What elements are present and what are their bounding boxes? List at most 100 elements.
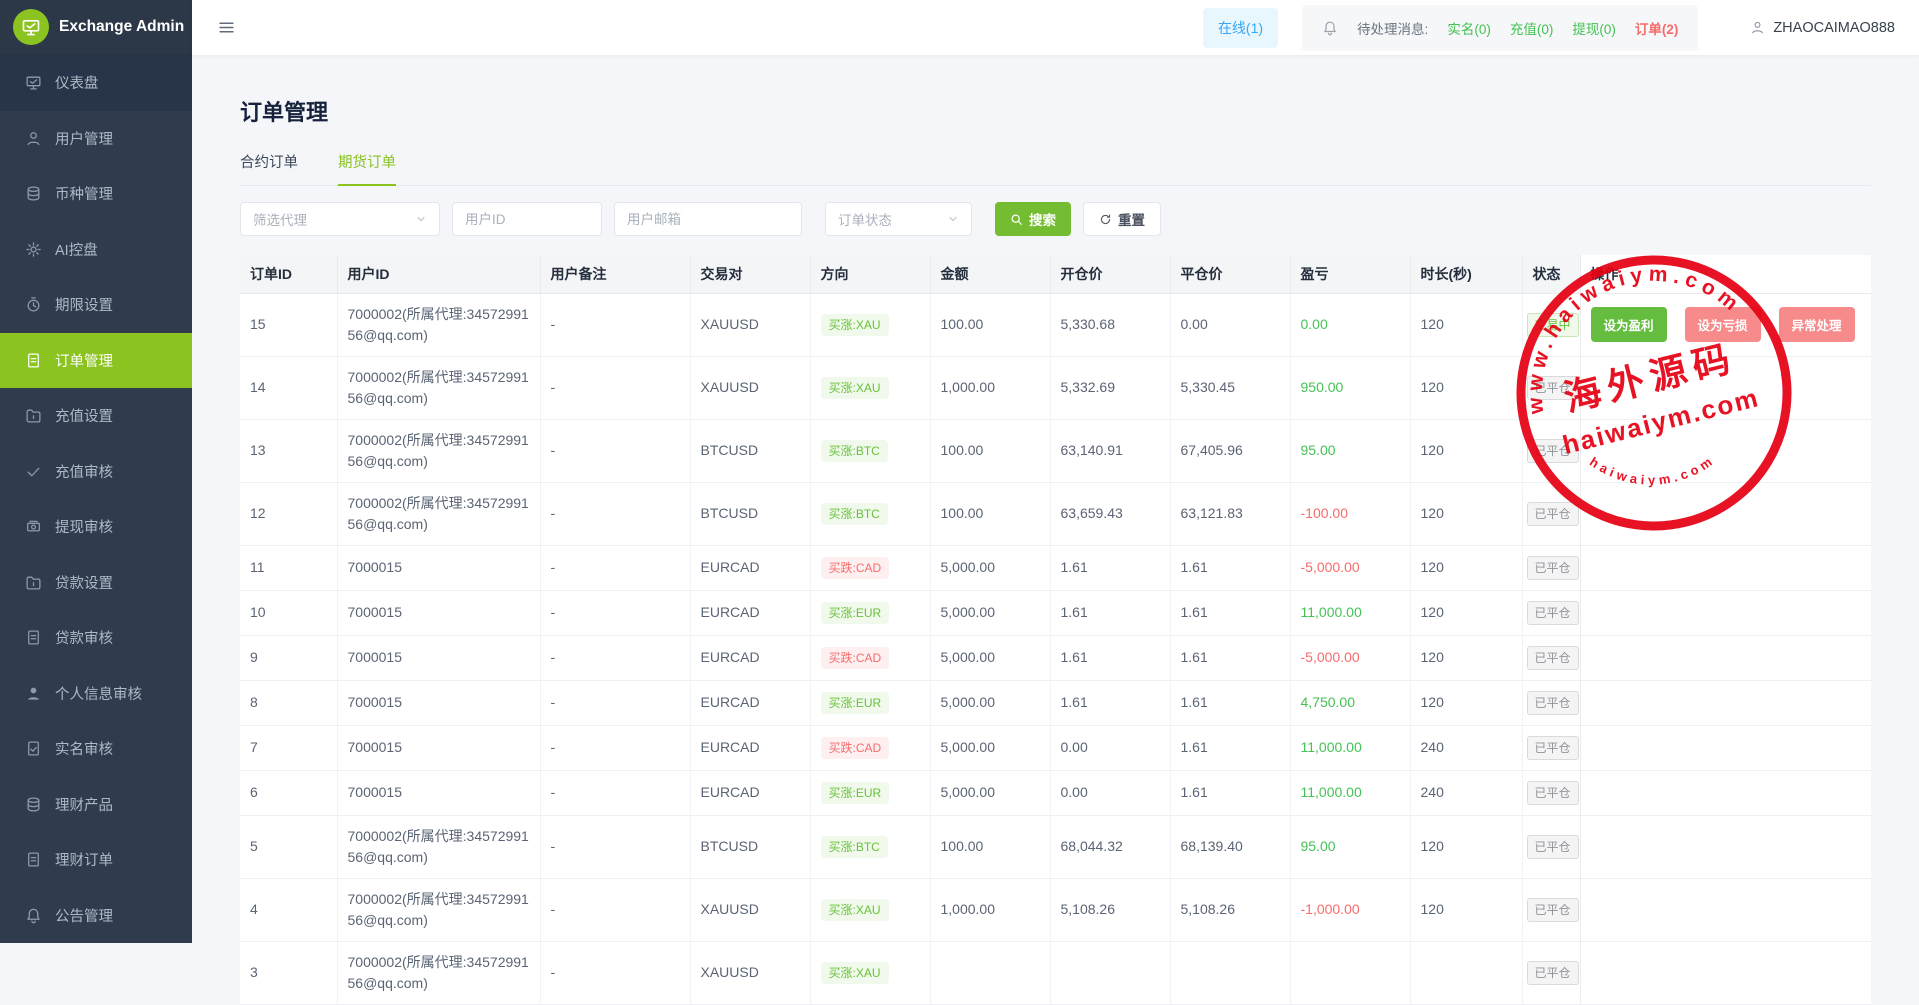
sidebar-item[interactable]: 实名审核 — [0, 721, 192, 777]
sidebar-item[interactable]: 用户管理 — [0, 111, 192, 167]
cell-open: 1.61 — [1050, 590, 1170, 635]
cell-note: - — [540, 941, 690, 1004]
cell-id: 3 — [240, 941, 337, 1004]
sidebar-item[interactable]: 充值审核 — [0, 444, 192, 500]
user-id-input[interactable] — [452, 202, 602, 236]
tab-futures-orders[interactable]: 期货订单 — [338, 151, 396, 185]
cell-dur: 120 — [1410, 878, 1522, 941]
sidebar-item[interactable]: 提现审核 — [0, 499, 192, 555]
cell-pair: XAUUSD — [690, 356, 810, 419]
sidebar-item[interactable]: 公告管理 — [0, 888, 192, 944]
search-button[interactable]: 搜索 — [995, 202, 1071, 236]
pending-item[interactable]: 充值(0) — [1510, 18, 1554, 38]
sidebar-item[interactable]: AI控盘 — [0, 222, 192, 278]
sidebar-item[interactable]: 贷款设置 — [0, 555, 192, 611]
exception-button[interactable]: 异常处理 — [1779, 307, 1855, 342]
sidebar-item-label: 充值审核 — [55, 461, 113, 482]
cell-id: 5 — [240, 815, 337, 878]
set-profit-button[interactable]: 设为盈利 — [1591, 307, 1667, 342]
sidebar-item[interactable]: 理财产品 — [0, 777, 192, 833]
user-menu[interactable]: ZHAOCAIMAO888 — [1750, 20, 1895, 36]
sidebar-item[interactable]: 期限设置 — [0, 277, 192, 333]
cell-close — [1170, 941, 1290, 1004]
sidebar-item[interactable]: 仪表盘 — [0, 55, 192, 111]
cell-user: 7000015 — [337, 680, 540, 725]
sidebar-item-label: AI控盘 — [55, 239, 98, 260]
order-status-select[interactable]: 订单状态 — [825, 202, 972, 236]
cell-user: 7000002(所属代理:3457299156@qq.com) — [337, 419, 540, 482]
status-badge: 已平仓 — [1527, 736, 1579, 760]
cell-pair: EURCAD — [690, 590, 810, 635]
pending-item[interactable]: 提现(0) — [1572, 18, 1616, 38]
direction-badge: 买跌:CAD — [821, 647, 890, 669]
sidebar-item-label: 贷款审核 — [55, 627, 113, 648]
cell-id: 7 — [240, 725, 337, 770]
file-icon — [25, 851, 42, 868]
status-badge: 已平仓 — [1527, 961, 1579, 985]
direction-badge: 买涨:EUR — [821, 692, 890, 714]
cell-dir: 买涨:BTC — [810, 815, 930, 878]
sidebar-nav: 仪表盘用户管理币种管理 AI控盘期限设置订单管理充值设置充值审核提现审核贷款设置贷… — [0, 55, 192, 943]
sidebar-item-label: 个人信息审核 — [55, 683, 142, 704]
sidebar-item[interactable]: 订单管理 — [0, 333, 192, 389]
cell-open: 1.61 — [1050, 545, 1170, 590]
cell-open — [1050, 941, 1170, 1004]
set-loss-button[interactable]: 设为亏损 — [1685, 307, 1761, 342]
status-badge: 已平仓 — [1527, 646, 1579, 670]
sidebar-item-label: 充值设置 — [55, 405, 113, 426]
pending-messages-bar: 待处理消息: 实名(0) 充值(0) 提现(0) 订单(2) — [1302, 5, 1698, 51]
dashboard-icon — [25, 74, 42, 91]
cell-actions — [1580, 725, 1871, 770]
cell-id: 10 — [240, 590, 337, 635]
status-badge: 已平仓 — [1527, 439, 1579, 463]
tab-contract-orders[interactable]: 合约订单 — [240, 151, 298, 185]
column-header-id: 订单ID — [240, 255, 337, 293]
cell-dur: 120 — [1410, 680, 1522, 725]
cell-status: 已平仓 — [1522, 815, 1580, 878]
cell-note: - — [540, 545, 690, 590]
cell-user: 7000002(所属代理:3457299156@qq.com) — [337, 815, 540, 878]
direction-badge: 买涨:BTC — [821, 440, 888, 462]
sidebar-item[interactable]: 理财订单 — [0, 832, 192, 888]
sidebar-item[interactable]: 贷款审核 — [0, 610, 192, 666]
cell-open: 5,108.26 — [1050, 878, 1170, 941]
app-logo: Exchange Admin — [0, 0, 192, 55]
cell-user: 7000002(所属代理:3457299156@qq.com) — [337, 356, 540, 419]
cell-amount: 5,000.00 — [930, 680, 1050, 725]
pending-item[interactable]: 实名(0) — [1447, 18, 1491, 38]
cell-open: 1.61 — [1050, 635, 1170, 680]
cell-pl: 95.00 — [1290, 419, 1410, 482]
topbar-right: 在线(1) 待处理消息: 实名(0) 充值(0) 提现(0) 订单(2) ZHAOCA… — [1203, 5, 1895, 51]
cell-close: 1.61 — [1170, 770, 1290, 815]
cell-note: - — [540, 590, 690, 635]
agent-filter-select[interactable]: 筛选代理 — [240, 202, 440, 236]
sidebar: Exchange Admin 仪表盘用户管理币种管理 AI控盘期限设置订单管理充值… — [0, 0, 192, 943]
cell-pair: EURCAD — [690, 725, 810, 770]
sidebar-item-label: 用户管理 — [55, 128, 113, 149]
direction-badge: 买跌:CAD — [821, 737, 890, 759]
sidebar-item[interactable]: 个人信息审核 — [0, 666, 192, 722]
column-header-pl: 盈亏 — [1290, 255, 1410, 293]
user-email-input[interactable] — [614, 202, 802, 236]
table-row: 87000015-EURCAD买涨:EUR5,000.001.611.614,7… — [240, 680, 1871, 725]
cell-close: 1.61 — [1170, 680, 1290, 725]
profit-loss-value: 4,750.00 — [1301, 694, 1356, 710]
cell-dir: 买涨:XAU — [810, 941, 930, 1004]
sidebar-item-label: 实名审核 — [55, 738, 113, 759]
cell-status: 已平仓 — [1522, 356, 1580, 419]
pending-label: 待处理消息: — [1357, 18, 1428, 38]
table-row: 37000002(所属代理:3457299156@qq.com)-XAUUSD买… — [240, 941, 1871, 1004]
cell-dir: 买涨:BTC — [810, 482, 930, 545]
cell-actions — [1580, 680, 1871, 725]
pending-item[interactable]: 订单(2) — [1635, 18, 1679, 38]
cell-amount: 5,000.00 — [930, 770, 1050, 815]
reset-button[interactable]: 重置 — [1083, 202, 1161, 236]
menu-toggle-icon[interactable] — [218, 19, 235, 36]
online-badge[interactable]: 在线(1) — [1203, 8, 1278, 48]
cell-id: 14 — [240, 356, 337, 419]
cell-dir: 买跌:CAD — [810, 635, 930, 680]
profit-loss-value: -5,000.00 — [1301, 559, 1360, 575]
cell-note: - — [540, 419, 690, 482]
sidebar-item[interactable]: 币种管理 — [0, 166, 192, 222]
sidebar-item[interactable]: 充值设置 — [0, 388, 192, 444]
